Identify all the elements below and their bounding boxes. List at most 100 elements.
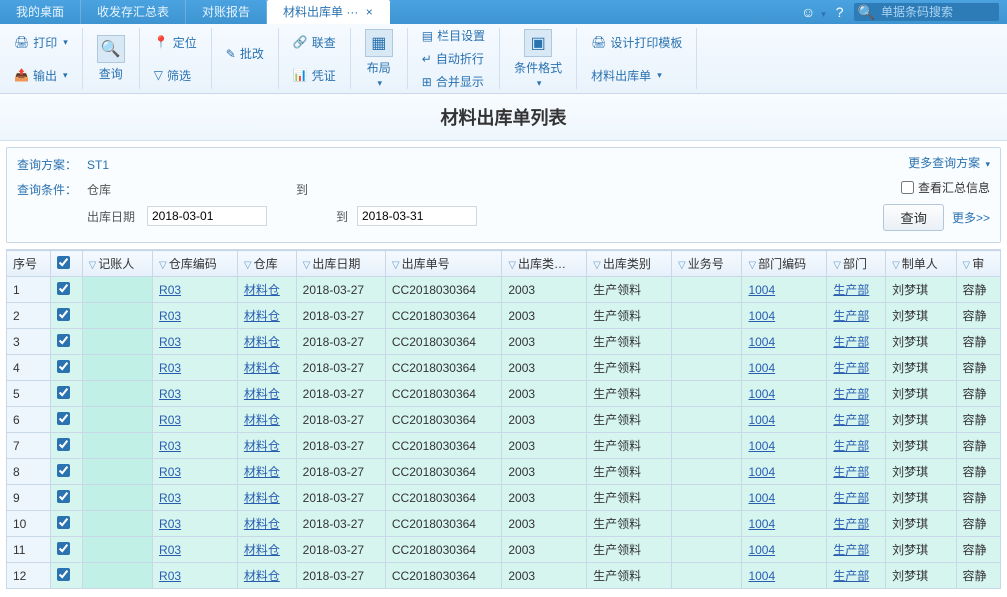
col-out-class[interactable]: ▽出库类…	[502, 251, 587, 277]
cell-wh-code[interactable]: R03	[153, 355, 238, 381]
filter-icon[interactable]: ▽	[748, 260, 756, 271]
cell-dept-code[interactable]: 1004	[742, 433, 827, 459]
table-row[interactable]: 2R03材料仓2018-03-27CC20180303642003生产领料100…	[7, 303, 1001, 329]
merge-show-button[interactable]: ⊞ 合并显示	[418, 71, 489, 92]
tab-desktop[interactable]: 我的桌面	[0, 0, 81, 24]
print-button[interactable]: 🖨 打印▾	[10, 32, 72, 53]
date-to-input[interactable]	[357, 206, 477, 226]
table-row[interactable]: 6R03材料仓2018-03-27CC20180303642003生产领料100…	[7, 407, 1001, 433]
cell-dept-code[interactable]: 1004	[742, 511, 827, 537]
cell-dept-code[interactable]: 1004	[742, 381, 827, 407]
barcode-search[interactable]: 🔍	[854, 3, 999, 21]
filter-icon[interactable]: ▽	[392, 260, 400, 271]
tab-material-out[interactable]: 材料出库单 ··· ×	[267, 0, 390, 24]
cell-dept-code[interactable]: 1004	[742, 277, 827, 303]
cell-dept-code[interactable]: 1004	[742, 329, 827, 355]
filter-icon[interactable]: ▽	[833, 260, 841, 271]
table-row[interactable]: 7R03材料仓2018-03-27CC20180303642003生产领料100…	[7, 433, 1001, 459]
col-check[interactable]	[51, 251, 82, 277]
table-row[interactable]: 9R03材料仓2018-03-27CC20180303642003生产领料100…	[7, 485, 1001, 511]
table-row[interactable]: 4R03材料仓2018-03-27CC20180303642003生产领料100…	[7, 355, 1001, 381]
cell-warehouse[interactable]: 材料仓	[237, 537, 296, 563]
cell-dept[interactable]: 生产部	[827, 277, 886, 303]
cell-dept[interactable]: 生产部	[827, 303, 886, 329]
table-row[interactable]: 1R03材料仓2018-03-27CC20180303642003生产领料100…	[7, 277, 1001, 303]
query-submit-button[interactable]: 查询	[883, 204, 944, 231]
cell-dept[interactable]: 生产部	[827, 329, 886, 355]
cell-dept-code[interactable]: 1004	[742, 563, 827, 589]
cell-wh-code[interactable]: R03	[153, 511, 238, 537]
col-dept[interactable]: ▽部门	[827, 251, 886, 277]
table-row[interactable]: 11R03材料仓2018-03-27CC20180303642003生产领料10…	[7, 537, 1001, 563]
cell-warehouse[interactable]: 材料仓	[237, 459, 296, 485]
cell-dept[interactable]: 生产部	[827, 355, 886, 381]
cell-warehouse[interactable]: 材料仓	[237, 381, 296, 407]
cell-check[interactable]	[51, 303, 82, 329]
cell-warehouse[interactable]: 材料仓	[237, 485, 296, 511]
col-dept-code[interactable]: ▽部门编码	[742, 251, 827, 277]
tab-reconcile[interactable]: 对账报告	[186, 0, 267, 24]
show-summary-checkbox[interactable]: 查看汇总信息	[901, 179, 990, 196]
cell-wh-code[interactable]: R03	[153, 459, 238, 485]
cell-dept-code[interactable]: 1004	[742, 355, 827, 381]
output-button[interactable]: 📤 输出▾	[10, 65, 72, 86]
cell-check[interactable]	[51, 563, 82, 589]
cell-warehouse[interactable]: 材料仓	[237, 563, 296, 589]
cell-wh-code[interactable]: R03	[153, 303, 238, 329]
col-out-kind[interactable]: ▽出库类别	[587, 251, 672, 277]
table-row[interactable]: 5R03材料仓2018-03-27CC20180303642003生产领料100…	[7, 381, 1001, 407]
design-print-button[interactable]: 🖨 设计打印模板	[587, 32, 686, 53]
cell-dept[interactable]: 生产部	[827, 511, 886, 537]
col-out-no[interactable]: ▽出库单号	[385, 251, 501, 277]
cell-check[interactable]	[51, 485, 82, 511]
layout-button[interactable]: ▦ 布局▾	[357, 25, 401, 93]
cell-wh-code[interactable]: R03	[153, 433, 238, 459]
cell-dept[interactable]: 生产部	[827, 537, 886, 563]
cell-check[interactable]	[51, 459, 82, 485]
more-link[interactable]: 更多>>	[952, 209, 990, 226]
cell-check[interactable]	[51, 433, 82, 459]
cell-wh-code[interactable]: R03	[153, 563, 238, 589]
cell-warehouse[interactable]: 材料仓	[237, 407, 296, 433]
col-last[interactable]: ▽审	[956, 251, 1001, 277]
filter-icon[interactable]: ▽	[593, 260, 601, 271]
filter-icon[interactable]: ▽	[159, 260, 167, 271]
cell-dept[interactable]: 生产部	[827, 459, 886, 485]
filter-button[interactable]: ▽ 筛选	[150, 65, 201, 86]
col-poster[interactable]: ▽记账人	[82, 251, 152, 277]
filter-icon[interactable]: ▽	[892, 260, 900, 271]
table-row[interactable]: 10R03材料仓2018-03-27CC20180303642003生产领料10…	[7, 511, 1001, 537]
cell-warehouse[interactable]: 材料仓	[237, 355, 296, 381]
voucher-button[interactable]: 📊 凭证	[289, 65, 340, 86]
cond-format-button[interactable]: ▣ 条件格式▾	[506, 25, 570, 93]
tab-inventory-report[interactable]: 收发存汇总表	[81, 0, 186, 24]
cell-dept-code[interactable]: 1004	[742, 407, 827, 433]
date-from-input[interactable]	[147, 206, 267, 226]
cell-check[interactable]	[51, 511, 82, 537]
cell-dept-code[interactable]: 1004	[742, 303, 827, 329]
more-plans-link[interactable]: 更多查询方案 ▾	[908, 154, 990, 171]
cell-dept-code[interactable]: 1004	[742, 485, 827, 511]
cell-dept-code[interactable]: 1004	[742, 459, 827, 485]
cell-warehouse[interactable]: 材料仓	[237, 433, 296, 459]
col-seq[interactable]: 序号	[7, 251, 51, 277]
filter-icon[interactable]: ▽	[303, 260, 311, 271]
cell-check[interactable]	[51, 537, 82, 563]
filter-icon[interactable]: ▽	[89, 260, 97, 271]
cell-warehouse[interactable]: 材料仓	[237, 511, 296, 537]
cell-check[interactable]	[51, 407, 82, 433]
col-out-date[interactable]: ▽出库日期	[296, 251, 385, 277]
col-warehouse[interactable]: ▽仓库	[237, 251, 296, 277]
col-biz-no[interactable]: ▽业务号	[672, 251, 742, 277]
table-row[interactable]: 8R03材料仓2018-03-27CC20180303642003生产领料100…	[7, 459, 1001, 485]
cell-check[interactable]	[51, 381, 82, 407]
col-wh-code[interactable]: ▽仓库编码	[153, 251, 238, 277]
cell-check[interactable]	[51, 355, 82, 381]
cell-wh-code[interactable]: R03	[153, 329, 238, 355]
cell-wh-code[interactable]: R03	[153, 381, 238, 407]
cell-dept[interactable]: 生产部	[827, 433, 886, 459]
batch-button[interactable]: ✎ 批改	[222, 43, 268, 64]
cell-warehouse[interactable]: 材料仓	[237, 329, 296, 355]
table-row[interactable]: 12R03材料仓2018-03-27CC20180303642003生产领料10…	[7, 563, 1001, 589]
cell-warehouse[interactable]: 材料仓	[237, 303, 296, 329]
